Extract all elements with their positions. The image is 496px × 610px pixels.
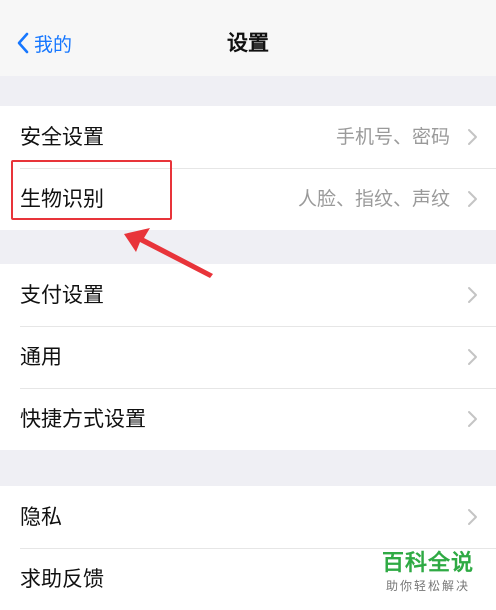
settings-item-label: 快捷方式设置 [20,407,146,431]
chevron-right-icon [466,348,478,366]
settings-item-label: 求助反馈 [20,567,104,591]
settings-item-general[interactable]: 通用 [0,326,496,388]
chevron-right-icon [466,128,478,146]
settings-item-value: 手机号、密码 [335,126,450,148]
navigation-bar: 我的 设置 [0,0,496,76]
chevron-right-icon [466,286,478,304]
chevron-right-icon [466,410,478,428]
settings-item-label: 通用 [20,345,62,369]
settings-item-label: 隐私 [20,505,62,529]
settings-item-privacy[interactable]: 隐私 [0,486,496,548]
watermark: 百科全说 助你轻松解决 [372,551,484,595]
chevron-right-icon [466,190,478,208]
watermark-subtitle: 助你轻松解决 [385,579,470,593]
annotation-highlight-box [11,160,172,220]
page-title: 设置 [227,31,269,55]
settings-item-label: 支付设置 [20,283,104,307]
settings-item-label: 安全设置 [20,125,104,149]
watermark-title: 百科全说 [381,551,474,576]
chevron-right-icon [466,508,478,526]
annotation-arrow-icon [124,228,213,278]
settings-item-shortcuts[interactable]: 快捷方式设置 [0,388,496,450]
settings-item-value: 人脸、指纹、声纹 [297,188,450,210]
settings-item-payment[interactable]: 支付设置 [0,264,496,326]
settings-group-general: 支付设置 通用 快捷方式设置 [0,264,496,450]
settings-item-security[interactable]: 安全设置 手机号、密码 [0,106,496,168]
